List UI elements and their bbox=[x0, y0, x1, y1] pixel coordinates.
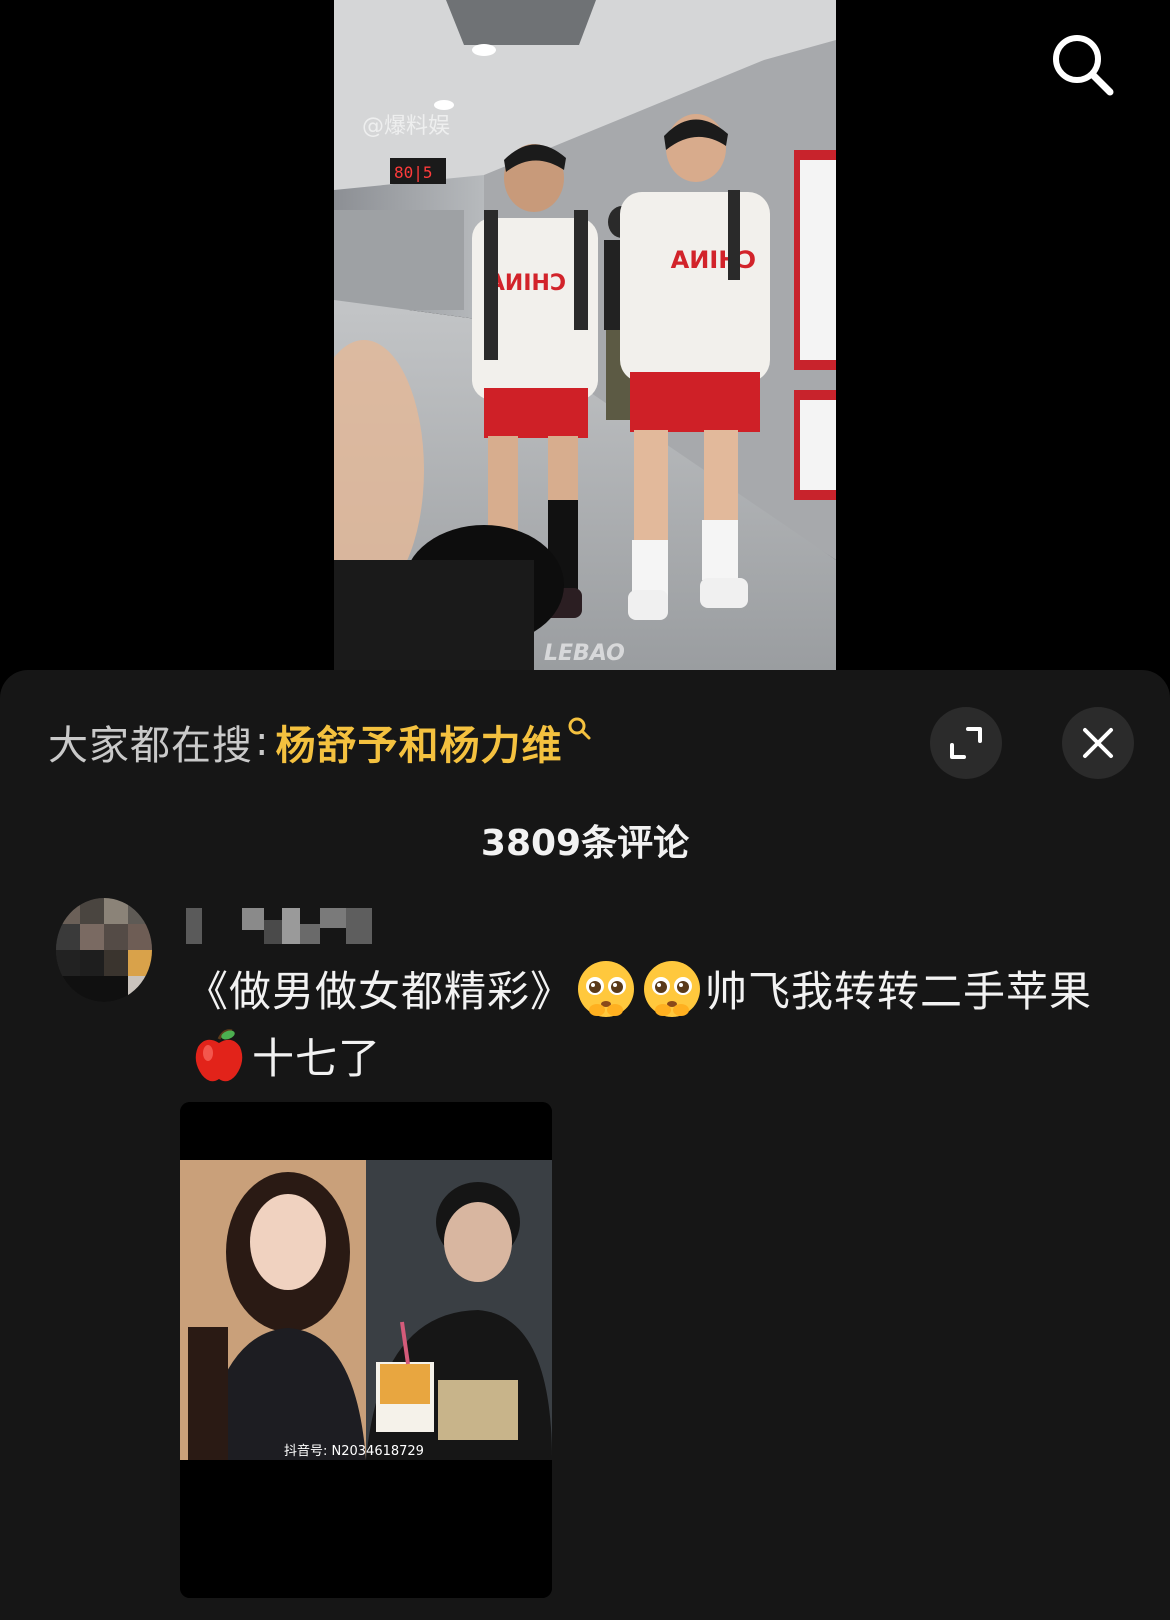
avatar[interactable] bbox=[56, 898, 152, 1002]
search-icon bbox=[568, 717, 591, 740]
username-blurred[interactable] bbox=[186, 906, 376, 946]
suggestion-prefix: 大家都在搜 bbox=[48, 723, 253, 769]
comment-text-part2: 帅飞我转转二手苹果 bbox=[705, 967, 1093, 1016]
comment-image[interactable]: 抖音号: N2034618729 bbox=[180, 1102, 552, 1598]
comment-image-content bbox=[180, 1102, 552, 1598]
comment-text-part3: 十七了 bbox=[252, 1034, 382, 1083]
suggestion-term[interactable]: 杨舒予和杨力维 bbox=[275, 713, 562, 771]
search-button[interactable] bbox=[1048, 30, 1118, 100]
red-apple-icon bbox=[195, 1029, 243, 1082]
video-watermark-bottom: LEBAO bbox=[544, 641, 625, 666]
close-button[interactable] bbox=[1062, 707, 1134, 779]
comment-count: 3809条评论 bbox=[480, 823, 690, 864]
svg-text:CHINA: CHINA bbox=[488, 271, 566, 296]
suggestion-separator: : bbox=[255, 719, 270, 765]
video-frame[interactable]: 80|5 @爆料娱 CHINA CHINA LEBAO bbox=[334, 0, 836, 670]
pleading-face-icon bbox=[644, 961, 701, 1017]
pleading-face-icon bbox=[578, 961, 635, 1017]
expand-button[interactable] bbox=[930, 707, 1002, 779]
video-still: 80|5 @爆料娱 CHINA CHINA LEBAO bbox=[334, 0, 836, 670]
video-player[interactable]: 80|5 @爆料娱 CHINA CHINA LEBAO bbox=[0, 0, 1170, 670]
svg-text:CHINA: CHINA bbox=[670, 246, 756, 274]
image-watermark: 抖音号: N2034618729 bbox=[284, 1444, 424, 1459]
search-suggestion[interactable]: 大家都在搜 : 杨舒予和杨力维 bbox=[48, 710, 592, 774]
expand-icon bbox=[950, 727, 982, 759]
avatar-image bbox=[56, 898, 152, 1002]
comment-sheet: 大家都在搜 : 杨舒予和杨力维 3809条评论 《做男做女都精彩》 帅飞我转转二… bbox=[0, 670, 1170, 1620]
search-icon bbox=[1053, 35, 1114, 96]
video-watermark-top: @爆料娱 bbox=[362, 114, 450, 139]
close-icon bbox=[1083, 728, 1113, 758]
comment-text: 《做男做女都精彩》 帅飞我转转二手苹果 十七了 bbox=[186, 958, 1126, 1092]
svg-text:80|5: 80|5 bbox=[394, 163, 433, 182]
comment-text-part1: 《做男做女都精彩》 bbox=[186, 967, 574, 1016]
